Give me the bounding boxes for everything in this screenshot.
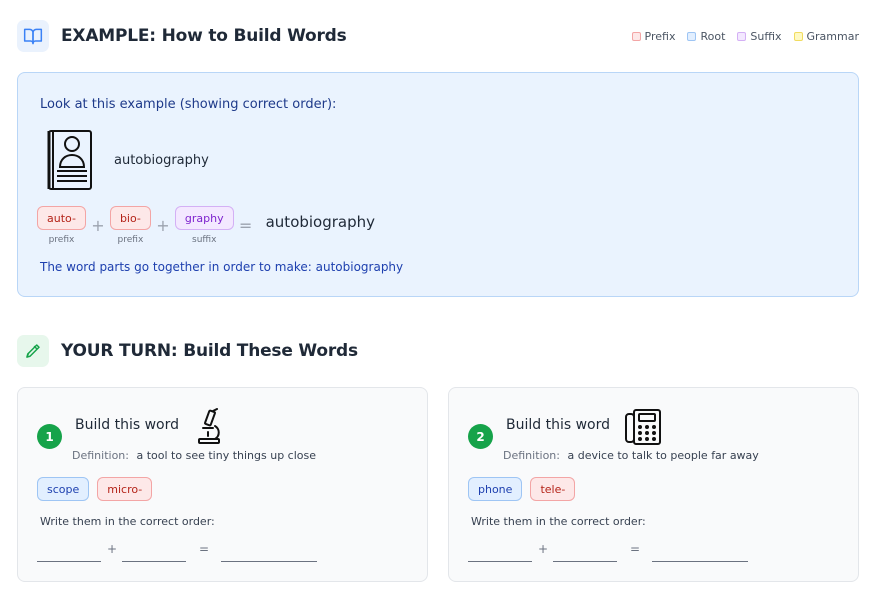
- answer-blank-2[interactable]: [553, 561, 617, 562]
- pencil-icon: [17, 335, 49, 367]
- word-part-chip: graphy: [174, 206, 234, 230]
- example-intro: Look at this example (showing correct or…: [40, 97, 337, 112]
- biography-book-icon: [45, 129, 93, 195]
- example-part: bio- prefix: [109, 206, 151, 245]
- word-part-chip[interactable]: scope: [37, 477, 90, 501]
- plus-sign: +: [91, 216, 105, 235]
- legend-swatch-prefix: [631, 32, 641, 41]
- legend-label: Prefix: [644, 30, 676, 43]
- definition-label: Definition:: [72, 449, 129, 462]
- legend-swatch-suffix: [737, 32, 747, 41]
- your-turn-section-header: YOUR TURN: Build These Words: [17, 335, 358, 367]
- exercise-instruction: Write them in the correct order:: [40, 515, 215, 528]
- legend-item-suffix: Suffix: [737, 30, 782, 43]
- example-box: Look at this example (showing correct or…: [17, 72, 859, 297]
- legend-item-grammar: Grammar: [793, 30, 859, 43]
- legend-label: Suffix: [750, 30, 782, 43]
- example-word: autobiography: [114, 153, 209, 168]
- answer-blank-1[interactable]: [37, 561, 101, 562]
- part-type-label: prefix: [117, 235, 144, 245]
- exercise-number-badge: 1: [37, 424, 62, 449]
- legend-label: Root: [700, 30, 726, 43]
- legend: Prefix Root Suffix Grammar: [631, 30, 859, 43]
- equals-sign: =: [630, 542, 641, 556]
- plus-sign: +: [156, 216, 170, 235]
- part-type-label: prefix: [48, 235, 75, 245]
- word-part-choices: phone tele-: [468, 477, 576, 501]
- exercise-number-badge: 2: [468, 424, 493, 449]
- answer-blank-result[interactable]: [652, 561, 748, 562]
- legend-item-prefix: Prefix: [631, 30, 676, 43]
- word-part-choices: scope micro-: [37, 477, 153, 501]
- answer-blank-2[interactable]: [122, 561, 186, 562]
- exercise-card-1: 1 Build this word Definition: a tool to …: [17, 387, 428, 582]
- exercise-definition: Definition: a tool to see tiny things up…: [72, 449, 316, 462]
- example-section-header: EXAMPLE: How to Build Words: [17, 20, 347, 52]
- part-type-label: suffix: [192, 235, 217, 245]
- your-turn-section-title: YOUR TURN: Build These Words: [61, 341, 358, 361]
- word-part-chip[interactable]: micro-: [97, 477, 153, 501]
- equals-sign: =: [199, 542, 210, 556]
- legend-swatch-root: [687, 32, 697, 41]
- legend-label: Grammar: [806, 30, 859, 43]
- example-part: graphy suffix: [174, 206, 234, 245]
- example-section-title: EXAMPLE: How to Build Words: [61, 26, 347, 46]
- legend-swatch-grammar: [793, 32, 803, 41]
- example-equation: auto- prefix + bio- prefix + graphy suff…: [37, 206, 375, 245]
- equals-sign: =: [238, 216, 253, 235]
- book-open-icon: [17, 20, 49, 52]
- plus-sign: +: [538, 542, 549, 556]
- word-part-chip: auto-: [37, 206, 86, 230]
- answer-blank-result[interactable]: [221, 561, 317, 562]
- definition-text: a tool to see tiny things up close: [136, 449, 317, 462]
- example-part: auto- prefix: [37, 206, 86, 245]
- word-part-chip[interactable]: tele-: [530, 477, 576, 501]
- plus-sign: +: [107, 542, 118, 556]
- exercise-title: Build this word: [75, 417, 180, 433]
- answer-blank-1[interactable]: [468, 561, 532, 562]
- exercise-title: Build this word: [506, 417, 611, 433]
- definition-text: a device to talk to people far away: [567, 449, 759, 462]
- legend-item-root: Root: [687, 30, 725, 43]
- exercise-instruction: Write them in the correct order:: [471, 515, 646, 528]
- microscope-icon: [193, 408, 227, 448]
- word-part-chip[interactable]: phone: [468, 477, 523, 501]
- example-result: autobiography: [265, 213, 376, 231]
- word-part-chip: bio-: [109, 206, 151, 230]
- exercise-card-2: 2 Build this word Definition: a device t…: [448, 387, 859, 582]
- definition-label: Definition:: [503, 449, 560, 462]
- example-footer: The word parts go together in order to m…: [40, 260, 404, 274]
- exercise-definition: Definition: a device to talk to people f…: [503, 449, 759, 462]
- telephone-icon: [624, 408, 662, 450]
